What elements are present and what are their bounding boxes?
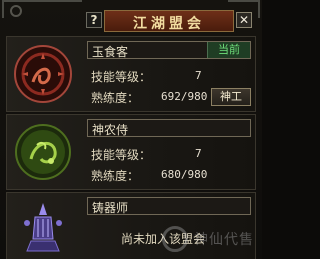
- current-status-badge: 当前: [207, 42, 250, 58]
- shennong-emblem-icon: [7, 115, 85, 189]
- guild-name: 铸器师: [92, 201, 129, 215]
- help-button[interactable]: ?: [86, 12, 102, 28]
- close-button[interactable]: ✕: [236, 12, 252, 28]
- skill-level-label: 技能等级：: [91, 148, 152, 162]
- frame-ornament-left: [2, 0, 82, 18]
- smith-emblem-icon: [7, 193, 85, 259]
- proficiency-value: 692/980: [161, 90, 208, 103]
- skill-level-value: 7: [195, 69, 202, 82]
- watermark-logo: 神仙代售: [162, 223, 258, 255]
- title-bar: 江湖盟会: [104, 10, 234, 32]
- jade-gourmet-emblem-icon: [7, 37, 85, 111]
- guild-name-box: 玉食客 当前: [87, 41, 251, 59]
- proficiency-value: 680/980: [161, 168, 208, 181]
- shengong-button[interactable]: 神工: [211, 88, 251, 106]
- window-title: 江湖盟会: [133, 16, 205, 32]
- guild-name: 玉食客: [92, 45, 129, 59]
- guild-row-yushike[interactable]: 玉食客 当前 技能等级： 7 熟练度： 692/980 神工: [6, 36, 256, 112]
- guild-panel: ? 江湖盟会 ✕ 玉食客 当前 技能等级： 7 熟练度： 692/980 神工: [0, 0, 262, 259]
- guild-name-box: 神农侍: [87, 119, 251, 137]
- proficiency-label: 熟练度：: [91, 169, 140, 183]
- skill-level-label: 技能等级：: [91, 70, 152, 84]
- guild-name-box: 铸器师: [87, 197, 251, 215]
- guild-name: 神农侍: [92, 123, 129, 137]
- skill-level-value: 7: [195, 147, 202, 160]
- guild-row-shennongshi[interactable]: 神农侍 技能等级： 7 熟练度： 680/980: [6, 114, 256, 190]
- proficiency-label: 熟练度：: [91, 91, 140, 105]
